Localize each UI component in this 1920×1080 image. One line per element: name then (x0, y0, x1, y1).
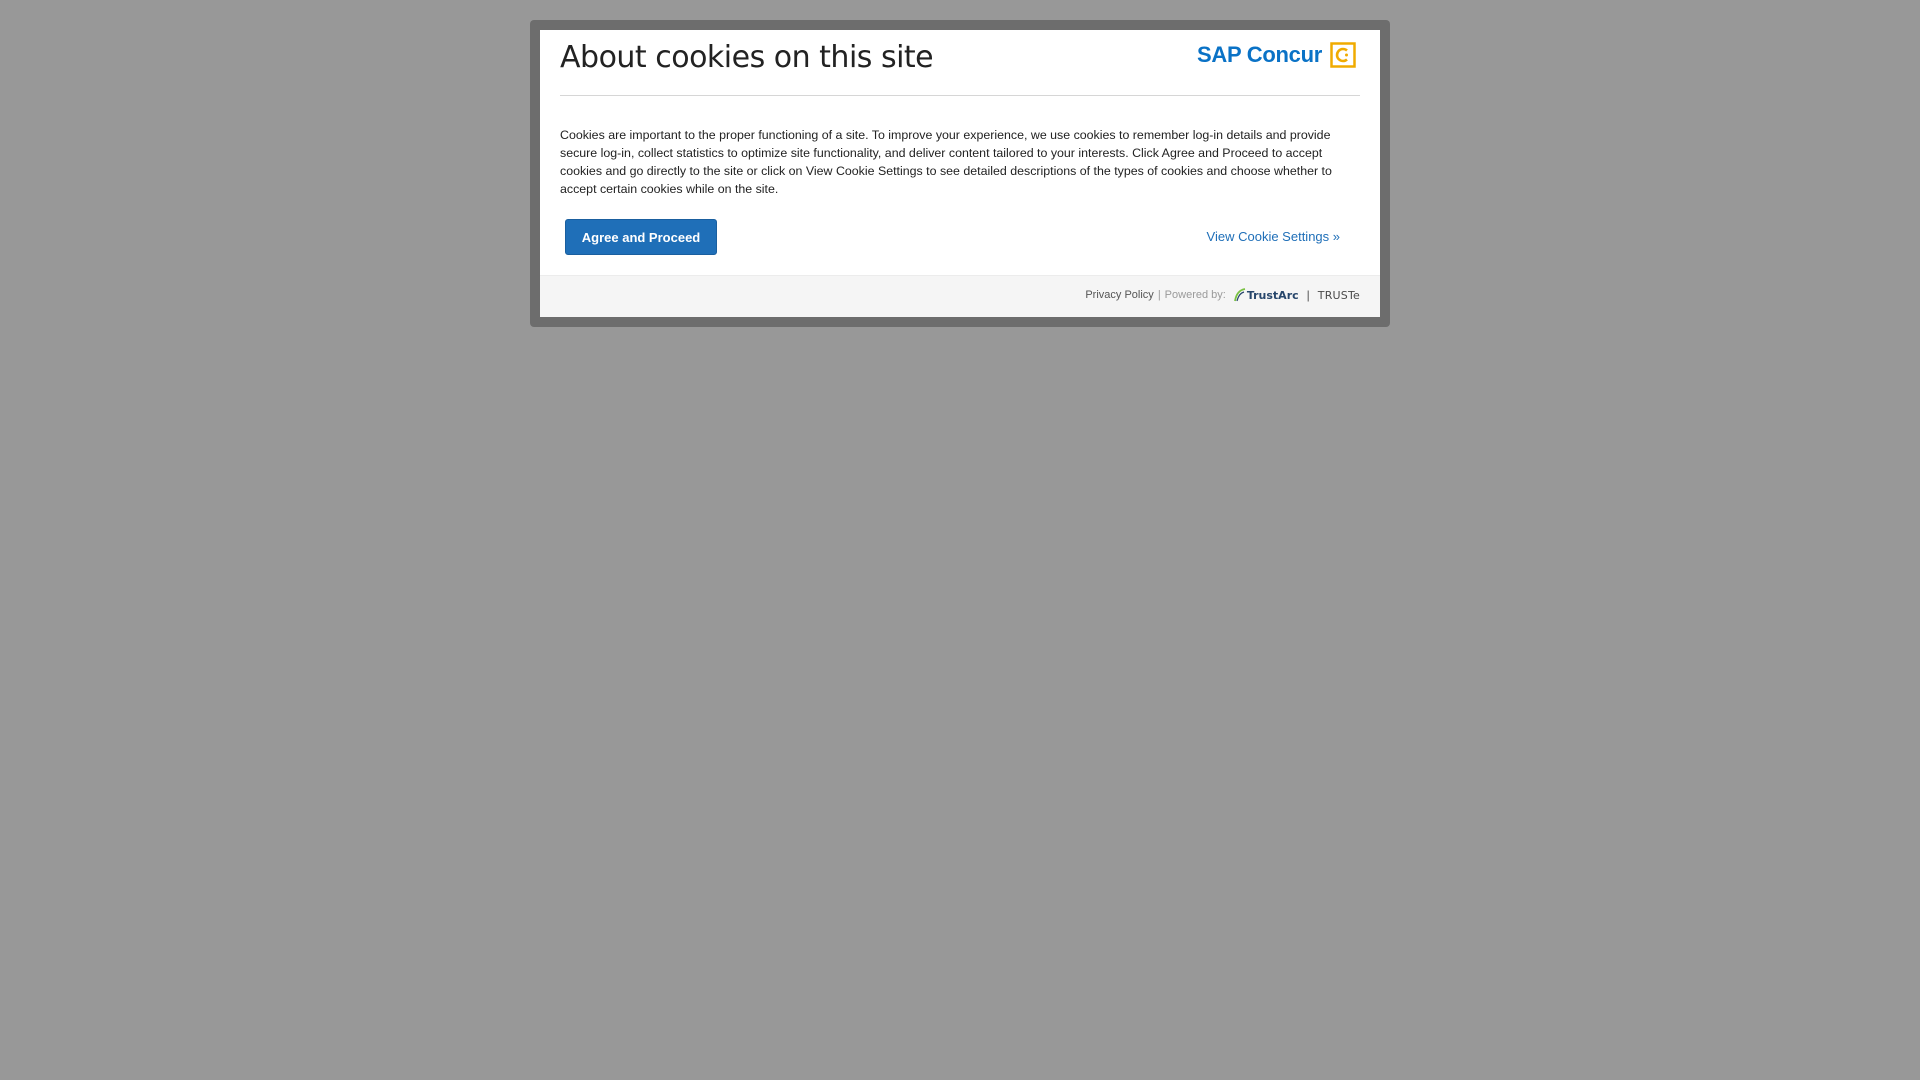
trustarc-logo[interactable]: TrustArc (1233, 288, 1299, 302)
truste-logo[interactable]: TRUSTe (1318, 289, 1360, 302)
logo-separator: | (1306, 288, 1310, 302)
brand-name: SAP Concur (1197, 42, 1322, 67)
view-cookie-settings-link[interactable]: View Cookie Settings » (1207, 229, 1340, 244)
trustarc-label: TrustArc (1246, 288, 1299, 302)
dialog-title: About cookies on this site (560, 40, 934, 75)
dialog-actions: Agree and Proceed View Cookie Settings » (565, 219, 1340, 255)
cookie-dialog-frame: About cookies on this site SAP Concur Co… (530, 20, 1390, 327)
dialog-header: About cookies on this site SAP Concur (560, 30, 1360, 96)
dialog-footer: Privacy Policy | Powered by: TrustArc | … (540, 275, 1380, 317)
powered-by-label: Powered by: (1164, 289, 1226, 301)
footer-separator: | (1157, 289, 1161, 301)
cookie-dialog: About cookies on this site SAP Concur Co… (540, 30, 1380, 317)
concur-c-icon (1330, 42, 1356, 68)
footer-links: Privacy Policy | Powered by: TrustArc | … (1085, 288, 1360, 302)
privacy-policy-link[interactable]: Privacy Policy (1085, 289, 1153, 301)
trustarc-swoosh-icon (1233, 288, 1246, 302)
dialog-description: Cookies are important to the proper func… (560, 128, 1332, 196)
sap-concur-logo: SAP Concur (1197, 40, 1356, 70)
agree-and-proceed-button[interactable]: Agree and Proceed (565, 219, 717, 255)
